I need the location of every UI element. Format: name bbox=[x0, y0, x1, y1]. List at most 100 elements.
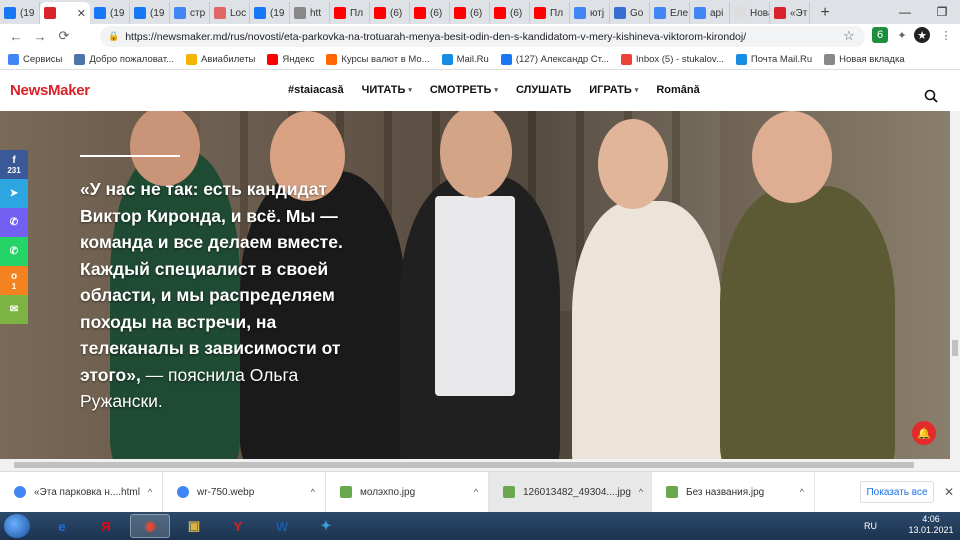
reload-button[interactable]: ⟳ bbox=[52, 24, 76, 48]
horizontal-scrollbar[interactable] bbox=[0, 459, 960, 471]
bookmark-item[interactable]: Сервисы bbox=[8, 53, 62, 65]
viber-share-button[interactable]: ✆ bbox=[0, 208, 28, 237]
taskbar-app-icon[interactable]: ✦ bbox=[306, 514, 346, 538]
download-options-chevron-icon[interactable]: ^ bbox=[311, 487, 315, 497]
taskbar-app-icon[interactable]: ▣ bbox=[174, 514, 214, 538]
download-item[interactable]: 126013482_49304....jpg ^ bbox=[489, 471, 652, 513]
whatsapp-share-button[interactable]: ✆ bbox=[0, 237, 28, 266]
hero-photo: «У нас не так: есть кандидат Виктор Киро… bbox=[0, 111, 950, 459]
horizontal-scroll-thumb[interactable] bbox=[14, 462, 914, 468]
vertical-scrollbar[interactable] bbox=[950, 111, 960, 459]
bookmark-item[interactable]: Почта Mail.Ru bbox=[735, 53, 812, 65]
nav-item[interactable]: #staiacasă bbox=[288, 84, 344, 96]
browser-tab[interactable]: (19 bbox=[0, 2, 40, 24]
tab-label: стр bbox=[190, 7, 206, 19]
telegram-share-button[interactable]: ➤ bbox=[0, 179, 28, 208]
nav-item[interactable]: Română bbox=[656, 84, 699, 96]
search-icon[interactable] bbox=[924, 89, 938, 103]
download-item[interactable]: Без названия.jpg ^ bbox=[652, 471, 815, 513]
browser-tab[interactable]: «Эт bbox=[770, 2, 810, 24]
taskbar-app-icon[interactable]: W bbox=[262, 514, 302, 538]
bookmark-item[interactable]: (127) Александр Ст... bbox=[500, 53, 609, 65]
download-item[interactable]: wr-750.webp ^ bbox=[163, 471, 326, 513]
bookmark-item[interactable]: Новая вкладка bbox=[824, 53, 905, 65]
browser-tab[interactable]: ✕ bbox=[40, 2, 90, 24]
bookmark-item[interactable]: Добро пожаловат... bbox=[74, 53, 174, 65]
window-minimize-button[interactable]: — bbox=[887, 0, 923, 24]
menu-kebab-icon[interactable]: ⋮ bbox=[938, 27, 954, 43]
nav-item-label: СМОТРЕТЬ bbox=[429, 84, 492, 96]
browser-tab[interactable]: Еле bbox=[650, 2, 690, 24]
notification-bell-icon[interactable]: 🔔 bbox=[912, 421, 936, 445]
download-options-chevron-icon[interactable]: ^ bbox=[639, 487, 643, 497]
address-bar[interactable]: 🔒 https://newsmaker.md/rus/novosti/eta-p… bbox=[100, 26, 865, 47]
close-tab-icon[interactable]: ✕ bbox=[77, 7, 86, 20]
browser-tab[interactable]: (6) bbox=[450, 2, 490, 24]
download-options-chevron-icon[interactable]: ^ bbox=[474, 487, 478, 497]
browser-tab[interactable]: (19 bbox=[90, 2, 130, 24]
nav-item-label: #staiacasă bbox=[288, 84, 344, 96]
browser-tab[interactable]: арі bbox=[690, 2, 730, 24]
odnoklassniki-share-button[interactable]: о1 bbox=[0, 266, 28, 295]
browser-tab[interactable]: (6) bbox=[410, 2, 450, 24]
bookmark-item[interactable]: Курсы валют в Мо... bbox=[326, 53, 430, 65]
show-all-downloads-button[interactable]: Показать все bbox=[860, 481, 934, 503]
browser-tab[interactable]: Loc bbox=[210, 2, 250, 24]
back-button[interactable]: ← bbox=[4, 24, 28, 48]
nav-item[interactable]: СМОТРЕТЬ ▾ bbox=[430, 84, 498, 96]
taskbar-app-icon[interactable]: ◉ bbox=[130, 514, 170, 538]
tab-favicon-icon bbox=[334, 7, 346, 19]
download-options-chevron-icon[interactable]: ^ bbox=[148, 487, 152, 497]
browser-toolbar: ← → ⟳ 🔒 https://newsmaker.md/rus/novosti… bbox=[0, 24, 960, 49]
browser-tab[interactable]: Пл bbox=[530, 2, 570, 24]
browser-tab[interactable]: Пл bbox=[330, 2, 370, 24]
taskbar-app-icon[interactable]: Я bbox=[86, 514, 126, 538]
profile-avatar[interactable]: ★ bbox=[914, 27, 930, 43]
bookmark-favicon-icon bbox=[500, 53, 512, 65]
nav-item-label: Română bbox=[656, 84, 700, 96]
browser-tab[interactable]: (6) bbox=[370, 2, 410, 24]
extensions-puzzle-icon[interactable]: ✦ bbox=[894, 27, 910, 43]
tab-favicon-icon bbox=[454, 7, 466, 19]
tab-favicon-icon bbox=[134, 7, 146, 19]
vertical-scroll-thumb[interactable] bbox=[952, 340, 958, 356]
browser-tab[interactable]: (6) bbox=[490, 2, 530, 24]
download-item[interactable]: «Эта парковка н....html ^ bbox=[0, 471, 163, 513]
language-indicator[interactable]: RU bbox=[864, 512, 877, 540]
facebook-share-button[interactable]: f 231 bbox=[0, 150, 28, 179]
bookmark-item[interactable]: Авиабилеты bbox=[185, 53, 255, 65]
browser-tab[interactable]: ютj bbox=[570, 2, 610, 24]
download-options-chevron-icon[interactable]: ^ bbox=[800, 487, 804, 497]
new-tab-button[interactable]: + bbox=[814, 2, 836, 24]
browser-tab[interactable]: стр bbox=[170, 2, 210, 24]
download-item[interactable]: молэхпо.jpg ^ bbox=[326, 471, 489, 513]
browser-tab[interactable]: (19 bbox=[250, 2, 290, 24]
browser-tab[interactable]: Новая bbox=[730, 2, 770, 24]
tab-label: (19 bbox=[20, 7, 35, 19]
close-downloads-icon[interactable]: ✕ bbox=[944, 485, 954, 499]
window-maximize-button[interactable]: ❐ bbox=[924, 0, 960, 24]
taskbar-app-icon[interactable]: e bbox=[42, 514, 82, 538]
bookmark-item[interactable]: Mail.Ru bbox=[441, 53, 489, 65]
extension-badge-icon[interactable]: 6 bbox=[872, 27, 888, 43]
taskbar-app-icon[interactable]: Y bbox=[218, 514, 258, 538]
telegram-icon: ➤ bbox=[9, 188, 19, 199]
site-logo[interactable]: NewsMaker bbox=[10, 82, 90, 99]
nav-item[interactable]: ЧИТАТЬ ▾ bbox=[362, 84, 412, 96]
email-share-button[interactable]: ✉ bbox=[0, 295, 28, 324]
browser-tab[interactable]: htt bbox=[290, 2, 330, 24]
bookmark-star-icon[interactable]: ☆ bbox=[843, 28, 855, 44]
browser-tab[interactable]: (19 bbox=[130, 2, 170, 24]
forward-button[interactable]: → bbox=[28, 24, 52, 48]
facebook-icon: f bbox=[12, 154, 16, 166]
bookmark-label: Яндекс bbox=[282, 53, 315, 65]
bookmark-item[interactable]: Яндекс bbox=[267, 53, 315, 65]
bookmark-item[interactable]: Inbox (5) - stukalov... bbox=[620, 53, 724, 65]
browser-tab[interactable]: Go bbox=[610, 2, 650, 24]
tab-label: Loc bbox=[230, 7, 247, 19]
nav-item[interactable]: ИГРАТЬ ▾ bbox=[589, 84, 638, 96]
system-clock[interactable]: 4:06 13.01.2021 bbox=[905, 514, 957, 536]
email-icon: ✉ bbox=[9, 304, 19, 315]
start-button[interactable] bbox=[4, 514, 30, 538]
nav-item[interactable]: СЛУШАТЬ bbox=[516, 84, 571, 96]
